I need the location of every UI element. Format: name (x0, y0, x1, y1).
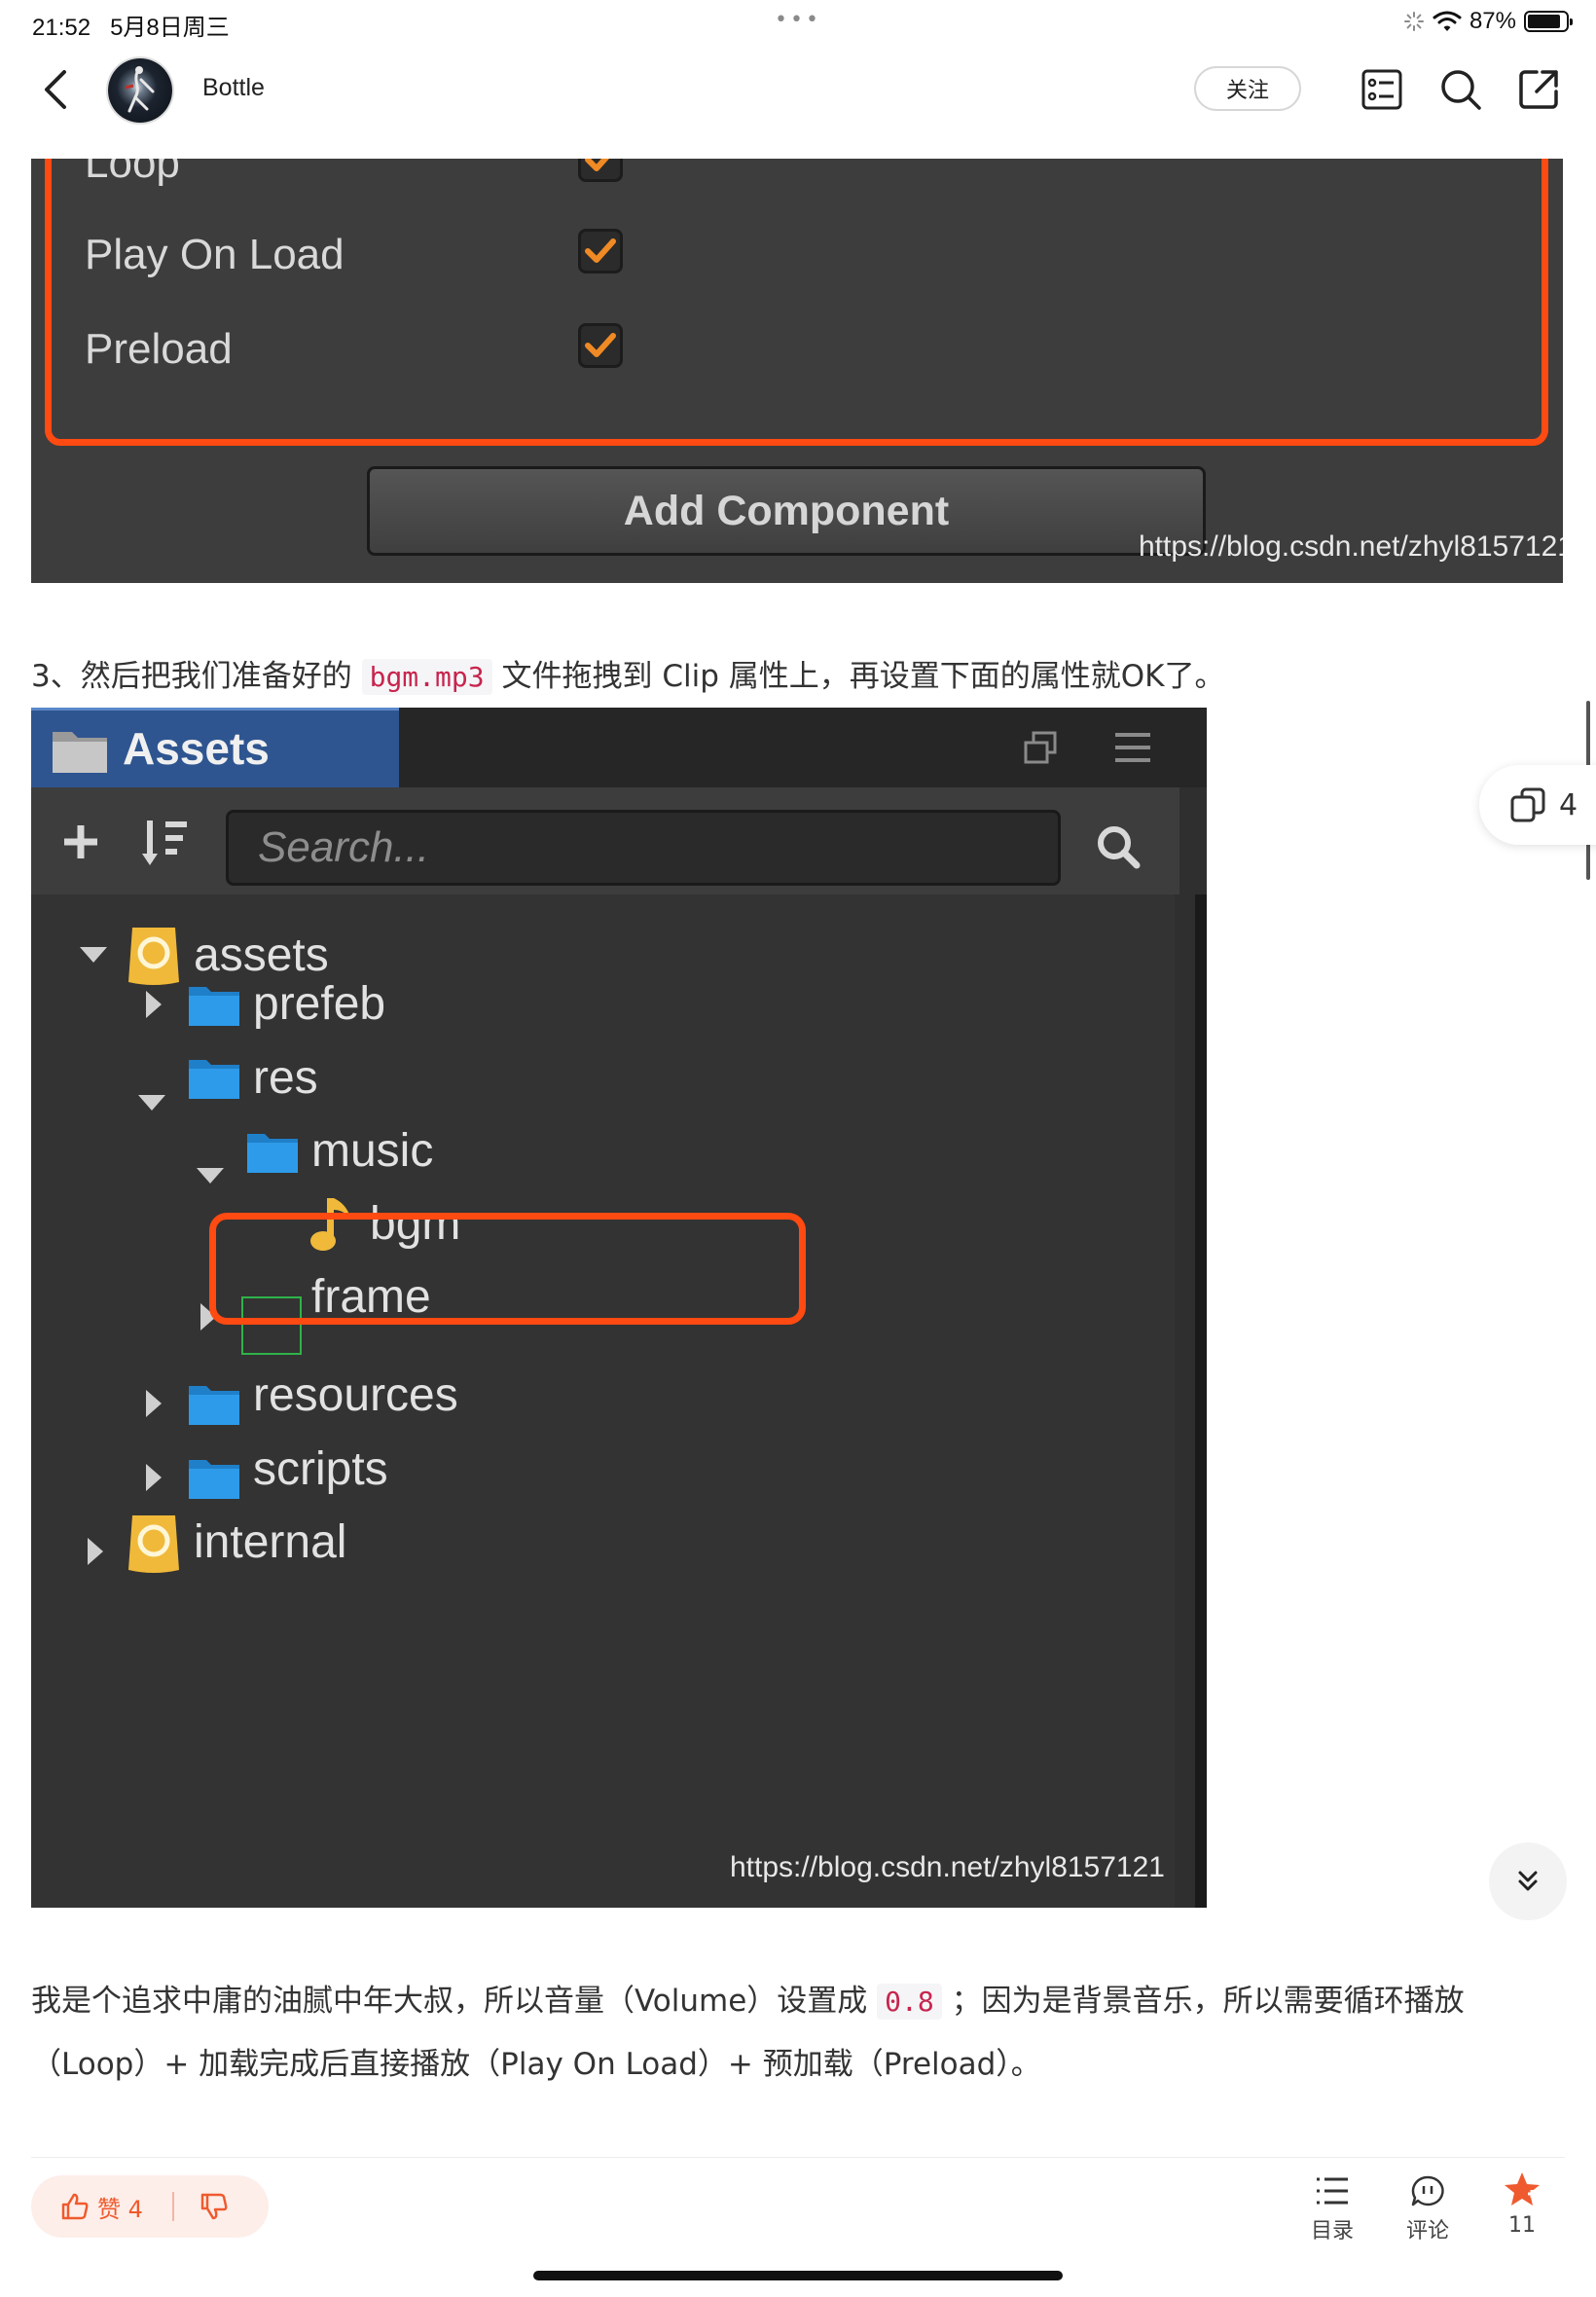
search-icon (1441, 70, 1481, 110)
toc-label: 目录 (1310, 2219, 1354, 2243)
window-restore-icon (1024, 731, 1057, 764)
expand-arrow-down-icon (197, 1168, 224, 1184)
list-icon (1317, 2177, 1348, 2205)
assets-search-input: Search... (226, 810, 1061, 886)
assets-title: Assets (123, 723, 270, 774)
folder-icon (247, 1134, 298, 1173)
window-count: 4 (1559, 787, 1578, 822)
author-name[interactable]: Bottle (202, 74, 265, 102)
image-watermark: https://blog.csdn.net/zhyl8157121 (1139, 530, 1563, 563)
share-button[interactable] (1515, 66, 1562, 113)
sort-icon (142, 820, 187, 865)
scroll-down-button[interactable] (1489, 1842, 1567, 1920)
comment-button[interactable]: 评论 (1389, 2174, 1467, 2244)
folder-icon (53, 732, 107, 773)
folder-icon (189, 1060, 239, 1099)
play-on-load-checkbox (578, 229, 623, 273)
folder-icon (189, 987, 239, 1026)
share-icon (1519, 70, 1558, 109)
star-filled-icon (1505, 2172, 1540, 2206)
loop-checkbox (578, 159, 623, 182)
thumbs-down-icon[interactable] (200, 2192, 229, 2221)
step3-paragraph: 3、然后把我们准备好的 bgm.mp3 文件拖拽到 Clip 属性上，再设置下面… (31, 659, 1225, 695)
checkmark-icon (585, 159, 609, 171)
add-component-button: Add Component (367, 466, 1206, 556)
toc-list-button[interactable] (1359, 66, 1405, 113)
assets-tab: Assets (31, 708, 399, 787)
bgm-highlight-box (209, 1213, 806, 1325)
preload-checkbox (578, 323, 623, 368)
tree-item-res: res (253, 1052, 318, 1104)
status-time: 21:52 5月8日周三 (32, 15, 230, 41)
search-icon (1098, 826, 1141, 869)
expand-arrow-right-icon (146, 1390, 162, 1417)
checkmark-icon (585, 238, 616, 263)
bottom-divider (31, 2157, 1565, 2158)
back-button[interactable] (37, 68, 76, 111)
status-right: 87% (1403, 8, 1573, 35)
like-dislike-pill: 赞 4 (31, 2175, 269, 2238)
volume-paragraph: 我是个追求中庸的油腻中年大叔，所以音量（Volume）设置成 0.8 ；因为是背… (31, 1984, 1465, 2082)
tree-item-internal: internal (194, 1516, 347, 1568)
folder-icon (189, 1386, 239, 1425)
loading-icon (1403, 12, 1424, 31)
status-date: 5月8日周三 (110, 15, 230, 41)
plus-icon (64, 825, 97, 858)
folder-icon (189, 1460, 239, 1499)
preload-label: Preload (85, 325, 233, 373)
tree-item-music: music (311, 1125, 434, 1177)
tree-item-resources: resources (253, 1369, 458, 1421)
expand-arrow-right-icon (88, 1538, 103, 1565)
audio-properties-screenshot: Loop Play On Load Preload Add Component … (31, 159, 1563, 583)
avatar-image (125, 66, 155, 113)
like-button[interactable]: 赞 4 (97, 2190, 143, 2224)
list-box-icon (1361, 69, 1402, 110)
expand-arrow-down-icon (138, 1095, 165, 1111)
database-icon (128, 1515, 179, 1573)
comment-bubble-icon (1411, 2175, 1444, 2206)
home-indicator[interactable] (533, 2271, 1063, 2280)
multitask-dots[interactable]: ••• (775, 8, 821, 32)
assets-scrollbar (1195, 894, 1207, 1908)
search-button[interactable] (1437, 66, 1484, 113)
image-watermark: https://blog.csdn.net/zhyl8157121 (730, 1851, 1165, 1883)
toc-button[interactable]: 目录 (1293, 2174, 1371, 2244)
follow-button[interactable]: 关注 (1194, 66, 1301, 111)
checkmark-icon (585, 333, 616, 357)
chevron-left-icon (45, 70, 66, 109)
tree-item-prefeb: prefeb (253, 978, 386, 1030)
favorite-count: 11 (1508, 2213, 1536, 2238)
expand-arrow-right-icon (146, 991, 162, 1018)
multi-window-button[interactable]: 4 (1479, 765, 1596, 845)
play-on-load-label: Play On Load (85, 231, 345, 278)
inline-code-volume: 0.8 (877, 1984, 942, 2020)
double-chevron-down-icon (1518, 1871, 1538, 1891)
copy-windows-icon (1510, 787, 1545, 822)
assets-panel-screenshot: Assets Search... assets prefeb res music… (31, 708, 1207, 1908)
loop-label: Loop (85, 159, 180, 187)
battery-icon (1524, 11, 1573, 32)
thumbs-up-icon[interactable] (60, 2192, 90, 2221)
menu-icon (1115, 733, 1150, 762)
expand-arrow-right-icon (146, 1464, 162, 1491)
favorite-button[interactable]: 11 (1483, 2170, 1561, 2238)
properties-highlight-box (45, 159, 1548, 446)
inline-code-bgm: bgm.mp3 (361, 659, 492, 695)
like-separator (171, 2192, 174, 2221)
author-avatar[interactable] (108, 58, 172, 123)
database-icon (128, 928, 179, 985)
comment-label: 评论 (1405, 2219, 1449, 2243)
expand-arrow-down-icon (80, 947, 107, 963)
wifi-icon (1433, 11, 1462, 31)
tree-item-scripts: scripts (253, 1443, 388, 1495)
battery-percent: 87% (1469, 8, 1516, 34)
tree-item-assets: assets (194, 930, 329, 981)
